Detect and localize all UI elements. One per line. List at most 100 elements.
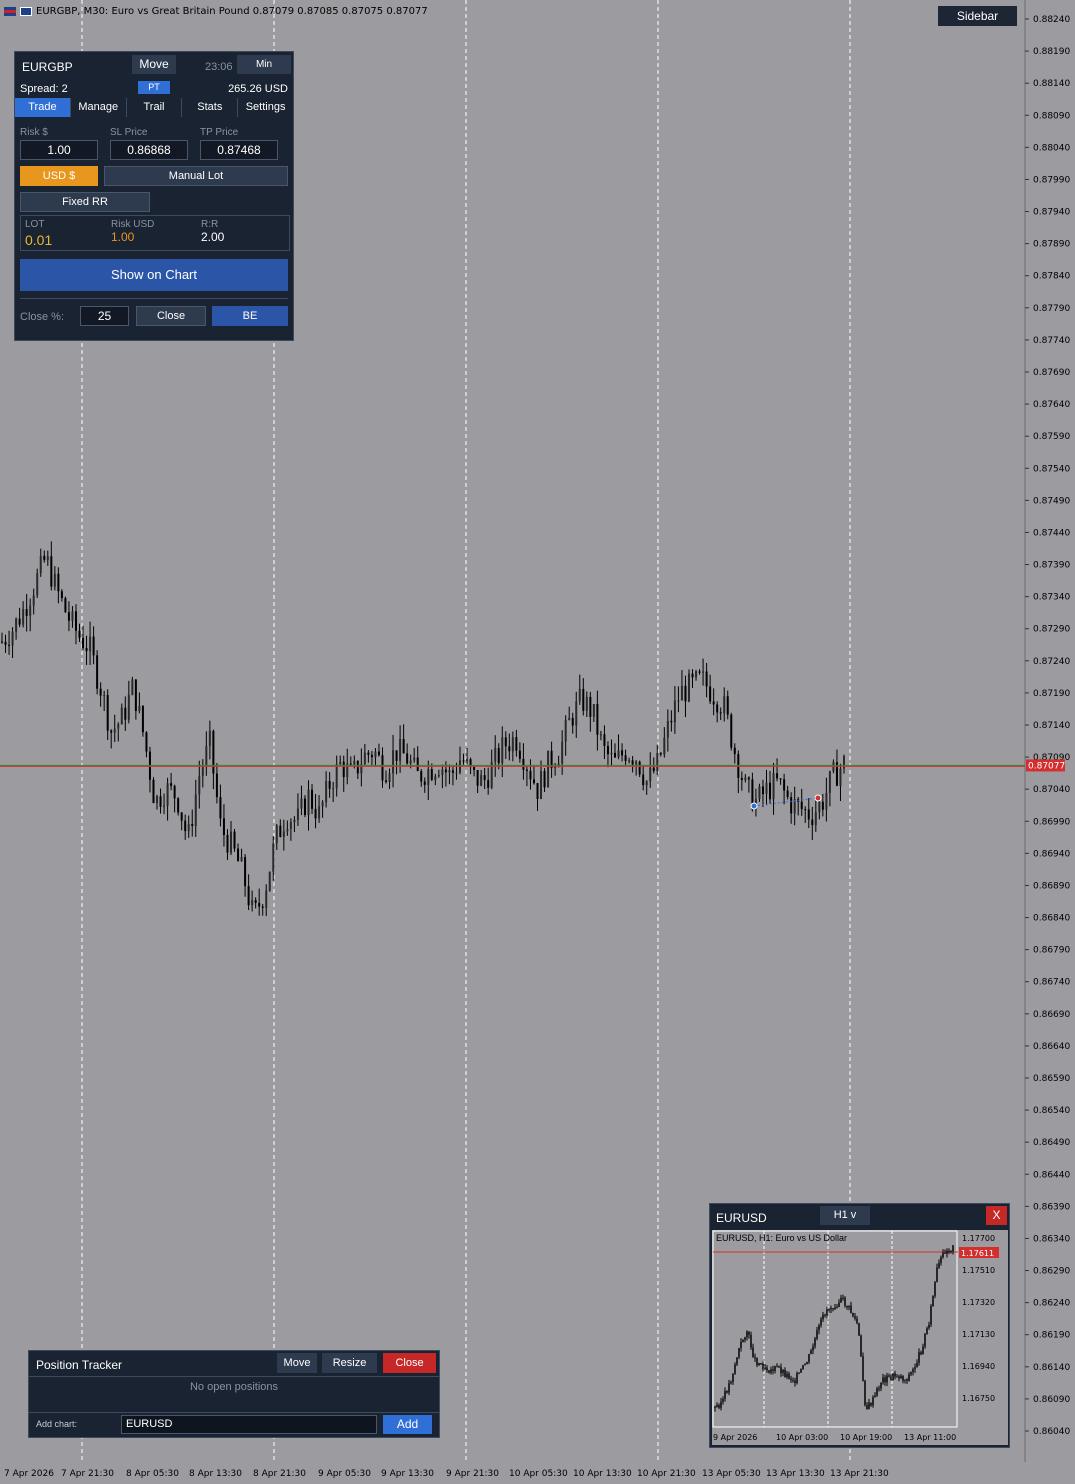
tab-trail[interactable]: Trail: [126, 98, 183, 117]
usd-mode-button[interactable]: USD $: [20, 166, 98, 186]
candle-body: [279, 825, 282, 837]
mini-candle-body: [786, 1373, 788, 1378]
candle-body: [141, 705, 144, 733]
candle-body: [258, 902, 261, 907]
mini-candle-body: [780, 1367, 782, 1374]
candle-body: [367, 752, 370, 755]
mini-candle-body: [764, 1367, 766, 1369]
mini-candle-body: [822, 1314, 824, 1320]
show-on-chart-button[interactable]: Show on Chart: [20, 259, 288, 291]
candle-body: [1, 641, 3, 643]
tab-manage[interactable]: Manage: [70, 98, 127, 117]
mini-candle-body: [720, 1401, 722, 1408]
candle-body: [451, 770, 454, 773]
rr-label: R:R: [201, 219, 219, 230]
mini-close-button[interactable]: X: [986, 1206, 1007, 1225]
candle-body: [4, 641, 7, 645]
candle-body: [483, 775, 486, 781]
candle-body: [786, 790, 789, 798]
tp-price-input[interactable]: 0.87468: [200, 140, 278, 160]
tab-stats[interactable]: Stats: [182, 98, 239, 117]
tracker-close-button[interactable]: Close: [383, 1353, 436, 1373]
candle-body: [342, 761, 345, 778]
tab-trade[interactable]: Trade: [15, 98, 71, 117]
candle-body: [8, 644, 11, 646]
breakeven-button[interactable]: BE: [212, 306, 288, 326]
candle-body: [96, 655, 99, 689]
time-axis-label: 10 Apr 13:30: [573, 1469, 632, 1479]
spread-text: Spread: 2: [20, 83, 68, 95]
mini-candle-body: [948, 1250, 950, 1252]
mini-candle-body: [896, 1376, 898, 1378]
sidebar-button[interactable]: Sidebar: [938, 6, 1017, 26]
candle-body: [606, 745, 609, 755]
candle-body: [201, 767, 204, 777]
tracker-resize-button[interactable]: Resize: [322, 1353, 377, 1373]
mini-candle-body: [844, 1297, 846, 1306]
mini-candle-body: [858, 1323, 860, 1336]
candle-body: [522, 758, 525, 770]
mini-candle-body: [918, 1352, 920, 1363]
candle-body: [744, 777, 747, 781]
mini-candle-body: [782, 1369, 784, 1374]
candle-body: [638, 761, 641, 775]
candle-body: [11, 631, 14, 646]
candle-body: [92, 636, 95, 656]
chart-title-bar: EURGBP, M30: Euro vs Great Britain Pound…: [4, 4, 428, 18]
close-position-button[interactable]: Close: [136, 306, 206, 326]
candle-body: [131, 679, 134, 695]
candle-body: [430, 769, 433, 780]
sl-price-input[interactable]: 0.86868: [110, 140, 188, 160]
candle-body: [652, 767, 655, 772]
mini-candle-body: [784, 1369, 786, 1378]
fixed-rr-button[interactable]: Fixed RR: [20, 192, 150, 212]
mini-candle-body: [876, 1388, 878, 1396]
mini-timeframe-dropdown[interactable]: H1 v: [820, 1206, 870, 1225]
close-percent-input[interactable]: 25: [80, 306, 129, 326]
candle-body: [332, 788, 335, 790]
mini-candle-body: [760, 1363, 762, 1365]
tracker-move-button[interactable]: Move: [277, 1353, 317, 1373]
mini-candle-body: [820, 1319, 822, 1326]
rr-value: 2.00: [201, 230, 225, 244]
price-axis-label: 0.88140: [1033, 79, 1070, 89]
pt-toggle[interactable]: PT: [138, 81, 170, 94]
price-axis-label: 0.87840: [1033, 272, 1070, 282]
mini-price-label: 1.17130: [962, 1330, 995, 1339]
candle-body: [406, 753, 409, 764]
price-axis-label: 0.86090: [1033, 1395, 1070, 1405]
mini-time-label: 10 Apr 19:00: [840, 1433, 892, 1442]
price-axis-label: 0.86390: [1033, 1202, 1070, 1212]
candle-body: [325, 780, 328, 803]
panel-move-button[interactable]: Move: [132, 55, 176, 74]
candle-body: [691, 673, 694, 678]
candle-body: [790, 797, 793, 814]
add-chart-input[interactable]: EURUSD: [121, 1415, 377, 1434]
chart-menu-icon[interactable]: [4, 6, 16, 16]
mini-candle-body: [824, 1314, 826, 1316]
panel-minimize-button[interactable]: Min: [237, 55, 291, 74]
mini-chart-area[interactable]: 1.17700 1.17510 1.17320 1.17130 1.16940 1.167…: [712, 1230, 1008, 1445]
candle-body: [50, 556, 53, 587]
tab-settings[interactable]: Settings: [238, 98, 293, 117]
manual-lot-button[interactable]: Manual Lot: [104, 166, 288, 186]
mini-price-label: 1.16750: [962, 1394, 995, 1403]
price-axis-label: 0.87140: [1033, 721, 1070, 731]
candle-body: [511, 737, 514, 752]
add-chart-button[interactable]: Add: [383, 1415, 432, 1434]
price-axis-label: 0.88090: [1033, 111, 1070, 121]
risk-input[interactable]: 1.00: [20, 140, 98, 160]
mini-candle-body: [854, 1316, 856, 1319]
mini-candle-body: [796, 1373, 798, 1383]
candle-body: [219, 797, 222, 819]
price-axis-label: 0.86240: [1033, 1299, 1070, 1309]
candle-body: [540, 771, 543, 800]
mini-candle-body: [860, 1335, 862, 1357]
candle-body: [628, 760, 631, 762]
chart-info-text: EURGBP, M30: Euro vs Great Britain Pound…: [36, 5, 428, 17]
price-axis-label: 0.87040: [1033, 785, 1070, 795]
candle-body: [286, 829, 289, 832]
candle-body: [53, 573, 56, 587]
mini-candle-body: [788, 1373, 790, 1379]
candle-body: [423, 781, 426, 785]
